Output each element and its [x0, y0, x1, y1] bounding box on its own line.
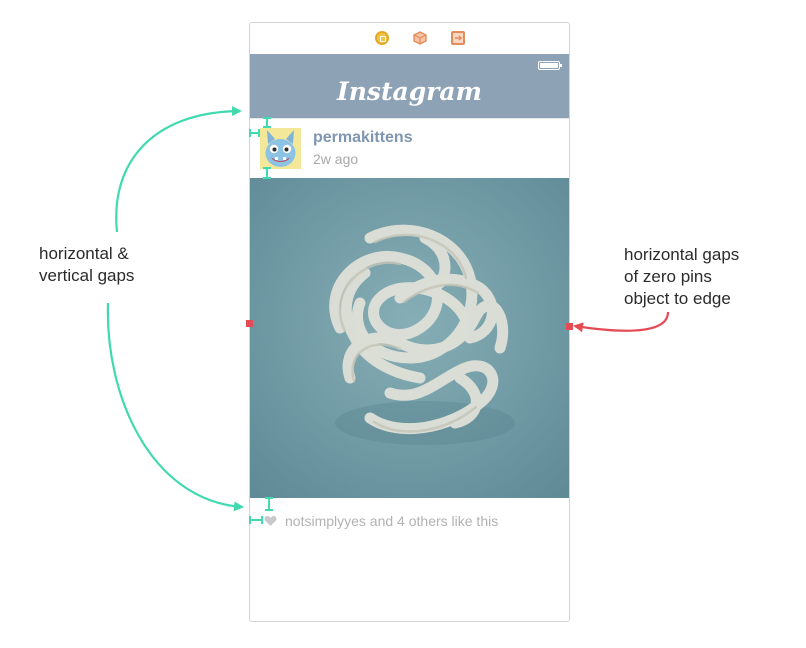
- left-annotation-line-2: vertical gaps: [39, 266, 135, 285]
- storyboard-scene[interactable]: Instagram permakittens 2w ago notsimplyy…: [249, 22, 570, 622]
- likes-row: notsimplyyes and 4 others like this: [250, 510, 569, 532]
- post-time: 2w ago: [313, 151, 359, 167]
- right-annotation: horizontal gaps of zero pins object to e…: [624, 244, 739, 310]
- heart-icon[interactable]: [264, 514, 277, 526]
- avatar[interactable]: [260, 128, 301, 169]
- scene-dock: [250, 23, 569, 55]
- username[interactable]: permakittens: [313, 129, 413, 147]
- exit-icon[interactable]: [451, 31, 465, 45]
- first-responder-icon[interactable]: [413, 31, 427, 45]
- left-annotation-line-1: horizontal &: [39, 244, 129, 263]
- likes-text: notsimplyyes and 4 others like this: [285, 513, 499, 529]
- left-annotation: horizontal & vertical gaps: [39, 243, 134, 287]
- navigation-bar: Instagram: [250, 54, 569, 118]
- annotation-arrow-top: [115, 106, 242, 233]
- annotation-arrow-bottom: [106, 302, 244, 512]
- post-header: permakittens 2w ago: [250, 119, 569, 178]
- right-annotation-line-3: object to edge: [624, 289, 731, 308]
- view-controller-icon[interactable]: [375, 31, 389, 45]
- nav-title: Instagram: [337, 77, 482, 106]
- right-annotation-line-2: of zero pins: [624, 267, 712, 286]
- post-photo[interactable]: [250, 178, 569, 498]
- battery-icon: [538, 61, 562, 70]
- annotation-arrow-edge: [573, 311, 670, 333]
- right-annotation-line-1: horizontal gaps: [624, 245, 740, 264]
